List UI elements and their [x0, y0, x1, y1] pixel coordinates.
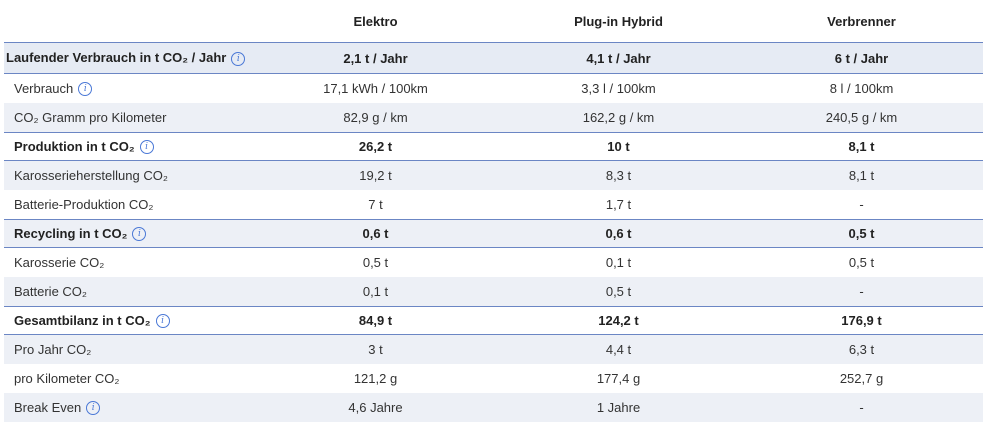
cell-plug-in-hybrid: 3,3 l / 100km — [581, 81, 656, 96]
table-row-karosserieherstellung: Karosserieherstellung CO₂ 19,2 t 8,3 t 8… — [4, 161, 983, 190]
row-label: Laufender Verbrauch in t CO₂ / Jahr — [6, 50, 227, 66]
cell-plug-in-hybrid: 0,1 t — [605, 255, 632, 270]
cell-verbrenner: 0,5 t — [848, 226, 875, 241]
row-label: Batterie-Produktion CO₂ — [14, 197, 154, 212]
row-label: Batterie CO₂ — [14, 284, 87, 299]
row-label: Karosserie CO₂ — [14, 255, 105, 270]
row-label: Produktion in t CO₂ — [14, 138, 135, 154]
row-label: Pro Jahr CO₂ — [14, 342, 92, 357]
cell-verbrenner: 8 l / 100km — [829, 81, 894, 96]
info-circle-icon[interactable]: i — [231, 51, 246, 66]
cell-verbrenner: 8,1 t — [848, 168, 875, 183]
cell-verbrenner: 6,3 t — [848, 342, 875, 357]
table-row-break-even: Break Even i 4,6 Jahre 1 Jahre - — [4, 393, 983, 422]
table-header: Elektro Plug-in Hybrid Verbrenner — [4, 0, 983, 42]
cell-verbrenner: 8,1 t — [848, 139, 875, 154]
info-circle-icon[interactable]: i — [132, 227, 147, 242]
cell-verbrenner: 6 t / Jahr — [834, 50, 889, 66]
cell-elektro: 121,2 g — [353, 371, 398, 386]
row-label: Break Even — [14, 399, 82, 415]
info-circle-icon[interactable]: i — [86, 401, 101, 416]
cell-elektro: 0,5 t — [362, 255, 389, 270]
cell-verbrenner: 0,5 t — [848, 255, 875, 270]
table-row-laufender-verbrauch: Laufender Verbrauch in t CO₂ / Jahr i 2,1… — [4, 42, 983, 74]
header-verbrenner: Verbrenner — [827, 13, 896, 29]
info-circle-icon[interactable]: i — [155, 314, 170, 329]
cell-elektro: 4,6 Jahre — [348, 400, 403, 415]
cell-elektro: 3 t — [368, 342, 383, 357]
table-row-co2-gramm-pro-km: CO₂ Gramm pro Kilometer 82,9 g / km 162,… — [4, 103, 983, 132]
cell-elektro: 26,2 t — [358, 139, 393, 154]
row-label: Karosserieherstellung CO₂ — [14, 168, 168, 183]
cell-elektro: 19,2 t — [359, 168, 392, 183]
cell-verbrenner: 240,5 g / km — [825, 110, 898, 125]
info-circle-icon[interactable]: i — [78, 82, 93, 97]
cell-plug-in-hybrid: 0,5 t — [605, 284, 632, 299]
comparison-table: Elektro Plug-in Hybrid Verbrenner Laufen… — [4, 0, 983, 422]
cell-plug-in-hybrid: 4,1 t / Jahr — [586, 50, 651, 66]
table-row-pro-jahr: Pro Jahr CO₂ 3 t 4,4 t 6,3 t — [4, 335, 983, 364]
row-label: pro Kilometer CO₂ — [14, 371, 120, 386]
cell-elektro: 84,9 t — [358, 313, 393, 328]
cell-plug-in-hybrid: 124,2 t — [598, 313, 639, 328]
row-label: Verbrauch — [14, 80, 74, 96]
cell-elektro: 2,1 t / Jahr — [343, 50, 408, 66]
header-plug-in-hybrid: Plug-in Hybrid — [574, 13, 663, 29]
info-circle-icon[interactable]: i — [139, 140, 154, 155]
table-row-batterie: Batterie CO₂ 0,1 t 0,5 t - — [4, 277, 983, 306]
cell-plug-in-hybrid: 4,4 t — [605, 342, 632, 357]
cell-verbrenner: 252,7 g — [839, 371, 884, 386]
cell-elektro: 0,1 t — [362, 284, 389, 299]
header-elektro: Elektro — [353, 13, 398, 29]
row-label: Gesamtbilanz in t CO₂ — [14, 312, 151, 328]
table-row-gesamtbilanz: Gesamtbilanz in t CO₂ i 84,9 t 124,2 t 17… — [4, 306, 983, 335]
cell-plug-in-hybrid: 0,6 t — [605, 226, 632, 241]
cell-plug-in-hybrid: 10 t — [607, 139, 630, 154]
cell-plug-in-hybrid: 1 Jahre — [596, 400, 641, 415]
cell-elektro: 0,6 t — [362, 226, 389, 241]
table-row-produktion: Produktion in t CO₂ i 26,2 t 10 t 8,1 t — [4, 132, 983, 161]
table-row-verbrauch: Verbrauch i 17,1 kWh / 100km 3,3 l / 100k… — [4, 74, 983, 103]
table-row-batterie-produktion: Batterie-Produktion CO₂ 7 t 1,7 t - — [4, 190, 983, 219]
cell-verbrenner: - — [859, 400, 864, 415]
row-label: Recycling in t CO₂ — [14, 225, 128, 241]
cell-plug-in-hybrid: 8,3 t — [605, 168, 632, 183]
table-row-pro-kilometer: pro Kilometer CO₂ 121,2 g 177,4 g 252,7 … — [4, 364, 983, 393]
cell-verbrenner: 176,9 t — [841, 313, 882, 328]
row-label: CO₂ Gramm pro Kilometer — [14, 110, 167, 125]
cell-elektro: 7 t — [368, 197, 383, 212]
cell-plug-in-hybrid: 162,2 g / km — [582, 110, 655, 125]
cell-elektro: 82,9 g / km — [343, 110, 408, 125]
cell-elektro: 17,1 kWh / 100km — [323, 81, 428, 96]
cell-verbrenner: - — [859, 197, 864, 212]
cell-plug-in-hybrid: 177,4 g — [596, 371, 641, 386]
cell-verbrenner: - — [859, 284, 864, 299]
cell-plug-in-hybrid: 1,7 t — [605, 197, 632, 212]
table-row-recycling: Recycling in t CO₂ i 0,6 t 0,6 t 0,5 t — [4, 219, 983, 248]
table-row-karosserie: Karosserie CO₂ 0,5 t 0,1 t 0,5 t — [4, 248, 983, 277]
